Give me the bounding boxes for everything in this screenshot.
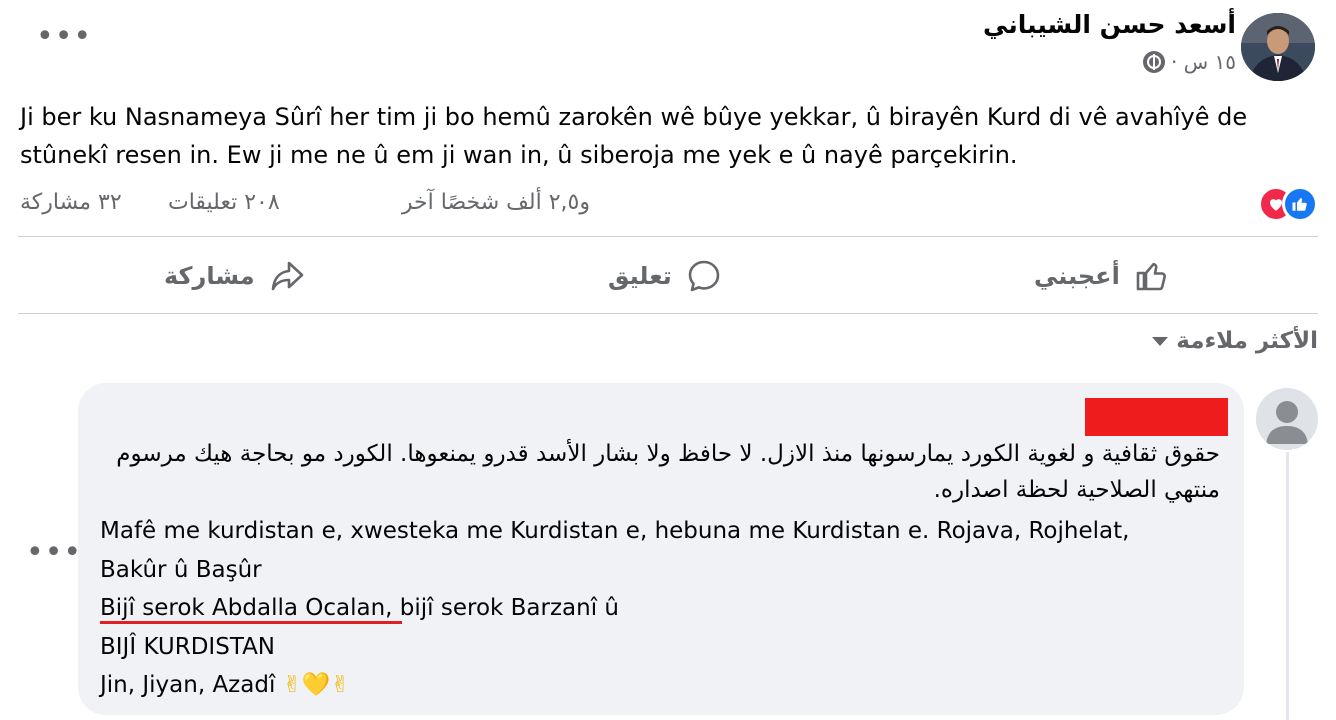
share-button[interactable]: مشاركة <box>164 250 305 302</box>
comment-line: Bakûr û Başûr <box>100 556 262 583</box>
reactions-summary[interactable] <box>1254 186 1318 222</box>
default-user-icon <box>1256 388 1318 450</box>
comment-line: Mafê me kurdistan e, xwesteka me Kurdist… <box>100 518 1130 544</box>
share-arrow-icon <box>271 261 303 291</box>
author-avatar[interactable] <box>1241 13 1315 81</box>
like-label: أعجبني <box>1034 262 1120 290</box>
comment-label: تعليق <box>608 262 672 290</box>
comments-filter-dropdown[interactable]: الأكثر ملاءمة <box>1152 328 1318 354</box>
victory-heart-emoji: ✌💛✌ <box>282 672 350 698</box>
comment-thread-line <box>1286 452 1289 720</box>
comment-more-options-button[interactable]: ••• <box>26 538 82 568</box>
thumbs-up-icon <box>1136 262 1166 291</box>
comment-arabic-text: حقوق ثقافية و لغوية الكورد يمارسونها منذ… <box>116 441 1220 503</box>
divider-bottom <box>18 313 1318 314</box>
caret-down-icon <box>1152 336 1169 346</box>
divider-top <box>18 236 1318 237</box>
reactions-count[interactable]: و٢,٥ ألف شخصًا آخر <box>402 190 590 215</box>
globe-icon <box>1143 51 1166 73</box>
post-meta: ١٥ س · <box>1143 50 1236 74</box>
like-reaction-icon <box>1282 186 1318 222</box>
author-name[interactable]: أسعد حسن الشيباني <box>983 10 1236 39</box>
redacted-commenter-name <box>1085 398 1228 436</box>
share-label: مشاركة <box>164 262 255 290</box>
post-more-options-button[interactable]: ••• <box>36 22 92 52</box>
comment-bubble-icon <box>688 260 720 292</box>
commenter-avatar[interactable] <box>1256 388 1318 450</box>
comments-count[interactable]: ٢٠٨ تعليقات <box>168 190 280 215</box>
comment-line: Jin, Jiyan, Azadî <box>100 672 276 698</box>
comment-kurmanji-text: Mafê me kurdistan e, xwesteka me Kurdist… <box>100 512 1230 705</box>
red-underline-annotation <box>100 621 402 624</box>
post-text: Ji ber ku Nasnameya Sûrî her tim ji bo h… <box>20 103 1248 169</box>
shares-count[interactable]: ٣٢ مشاركة <box>20 190 122 215</box>
comments-filter-label: الأكثر ملاءمة <box>1176 328 1318 354</box>
comment-button[interactable]: تعليق <box>608 250 722 302</box>
like-button[interactable]: أعجبني <box>1034 250 1170 302</box>
post-time[interactable]: ١٥ س · <box>1171 50 1236 74</box>
comment-line-with-emoji: Jin, Jiyan, Azadî ✌💛✌ <box>100 666 1230 705</box>
comment-line: BIJÎ KURDISTAN <box>100 633 276 660</box>
